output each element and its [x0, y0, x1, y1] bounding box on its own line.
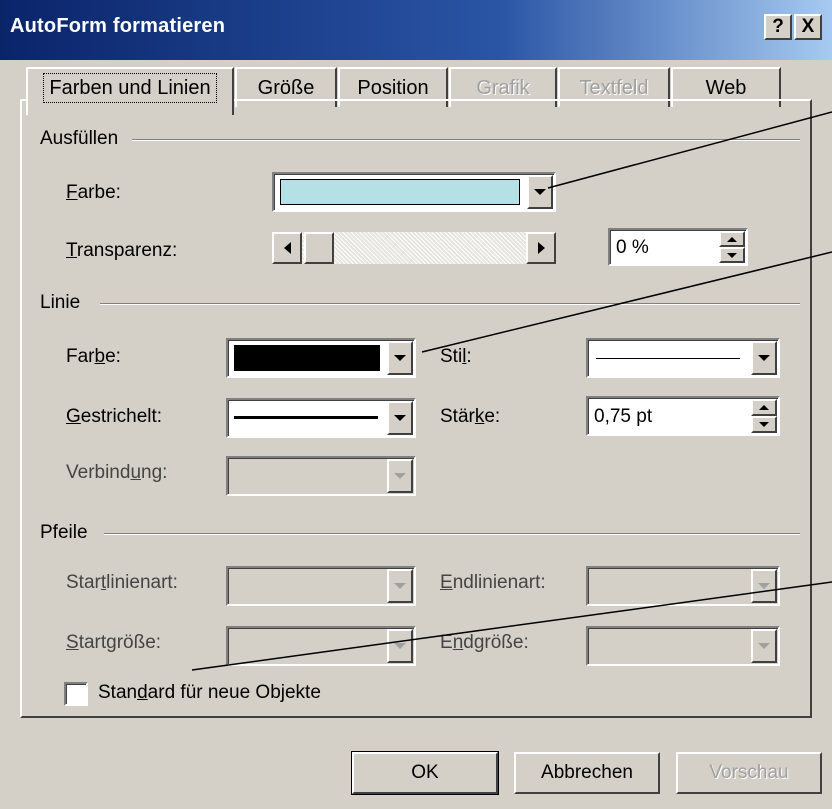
end-style-dropdown-arrow[interactable]	[751, 569, 777, 603]
join-type-label: Verbindung:	[66, 462, 168, 483]
format-autoshape-dialog: AutoForm formatieren ? X Farben und Lini…	[0, 0, 832, 809]
tab-colors-and-lines[interactable]: Farben und Linien	[26, 67, 234, 115]
line-style-label: Stil:	[440, 346, 472, 367]
end-size-dropdown-arrow[interactable]	[751, 629, 777, 663]
chevron-down-icon	[394, 415, 406, 421]
line-style-dropdown[interactable]	[586, 338, 780, 378]
line-weight-value: 0,75 pt	[594, 406, 653, 427]
arrow-right-icon	[537, 242, 545, 254]
close-button[interactable]: X	[794, 14, 822, 40]
spin-down-button[interactable]	[719, 247, 745, 263]
fill-group-label: Ausfüllen	[40, 128, 119, 149]
line-color-label: Farbe:	[66, 346, 121, 367]
line-weight-spinbox[interactable]: 0,75 pt	[586, 396, 780, 436]
fill-color-swatch	[280, 179, 520, 205]
slider-thumb[interactable]	[304, 232, 334, 264]
fill-color-label: Farbe:	[66, 182, 121, 203]
chevron-down-icon	[759, 422, 769, 427]
spin-buttons	[719, 231, 745, 263]
fill-color-dropdown-arrow[interactable]	[527, 175, 553, 209]
line-color-swatch	[234, 345, 380, 371]
start-style-dropdown[interactable]	[226, 566, 416, 606]
chevron-down-icon	[394, 473, 406, 479]
default-for-new-objects-checkbox[interactable]	[64, 682, 88, 706]
fill-group-divider	[132, 139, 800, 141]
start-style-dropdown-arrow[interactable]	[387, 569, 413, 603]
transparency-label: Transparenz:	[66, 240, 178, 261]
arrows-group-label: Pfeile	[40, 522, 88, 543]
slider-right-button[interactable]	[526, 232, 556, 264]
start-size-label: Startgröße:	[66, 632, 162, 653]
dashed-dropdown-arrow[interactable]	[387, 401, 413, 435]
cancel-button[interactable]: Abbrechen	[514, 752, 660, 794]
ok-button[interactable]: OK	[351, 751, 499, 795]
start-size-dropdown-arrow[interactable]	[387, 629, 413, 663]
start-style-label: Startlinienart:	[66, 572, 178, 593]
slider-left-button[interactable]	[272, 232, 302, 264]
join-type-dropdown[interactable]	[226, 456, 416, 496]
end-size-label: Endgröße:	[440, 632, 529, 653]
line-color-dropdown-arrow[interactable]	[387, 341, 413, 375]
chevron-down-icon	[758, 583, 770, 589]
chevron-up-icon	[727, 236, 737, 242]
tab-label: Farben und Linien	[43, 73, 217, 103]
line-weight-label: Stärke:	[440, 406, 501, 427]
arrow-left-icon	[283, 242, 291, 254]
line-style-dropdown-arrow[interactable]	[751, 341, 777, 375]
end-size-dropdown[interactable]	[586, 626, 780, 666]
help-button[interactable]: ?	[764, 14, 792, 40]
dashed-label: Gestrichelt:	[66, 406, 163, 427]
chevron-up-icon	[759, 405, 769, 410]
line-group-divider	[100, 303, 800, 305]
arrows-group-divider	[104, 533, 800, 535]
transparency-value: 0 %	[616, 237, 649, 258]
dash-style-preview	[234, 416, 378, 419]
spin-up-button[interactable]	[719, 231, 745, 247]
line-style-preview	[596, 358, 740, 359]
chevron-down-icon	[394, 355, 406, 361]
spin-up-button[interactable]	[751, 399, 777, 416]
start-size-dropdown[interactable]	[226, 626, 416, 666]
transparency-spinbox[interactable]: 0 %	[608, 228, 748, 266]
join-type-dropdown-arrow[interactable]	[387, 459, 413, 493]
chevron-down-icon	[394, 643, 406, 649]
default-for-new-objects-label: Standard für neue Objekte	[98, 682, 321, 703]
fill-color-dropdown[interactable]	[272, 172, 556, 212]
end-style-label: Endlinienart:	[440, 572, 546, 593]
dashed-dropdown[interactable]	[226, 398, 416, 438]
chevron-down-icon	[727, 252, 737, 258]
title-bar: AutoForm formatieren ? X	[0, 0, 832, 60]
chevron-down-icon	[534, 189, 546, 195]
line-group-label: Linie	[40, 292, 81, 313]
chevron-down-icon	[394, 583, 406, 589]
chevron-down-icon	[758, 355, 770, 361]
chevron-down-icon	[758, 643, 770, 649]
dialog-title: AutoForm formatieren	[10, 15, 226, 37]
preview-button[interactable]: Vorschau	[676, 752, 822, 794]
transparency-slider[interactable]	[272, 232, 556, 264]
spin-buttons	[751, 399, 777, 433]
line-color-dropdown[interactable]	[226, 338, 416, 378]
spin-down-button[interactable]	[751, 416, 777, 433]
end-style-dropdown[interactable]	[586, 566, 780, 606]
